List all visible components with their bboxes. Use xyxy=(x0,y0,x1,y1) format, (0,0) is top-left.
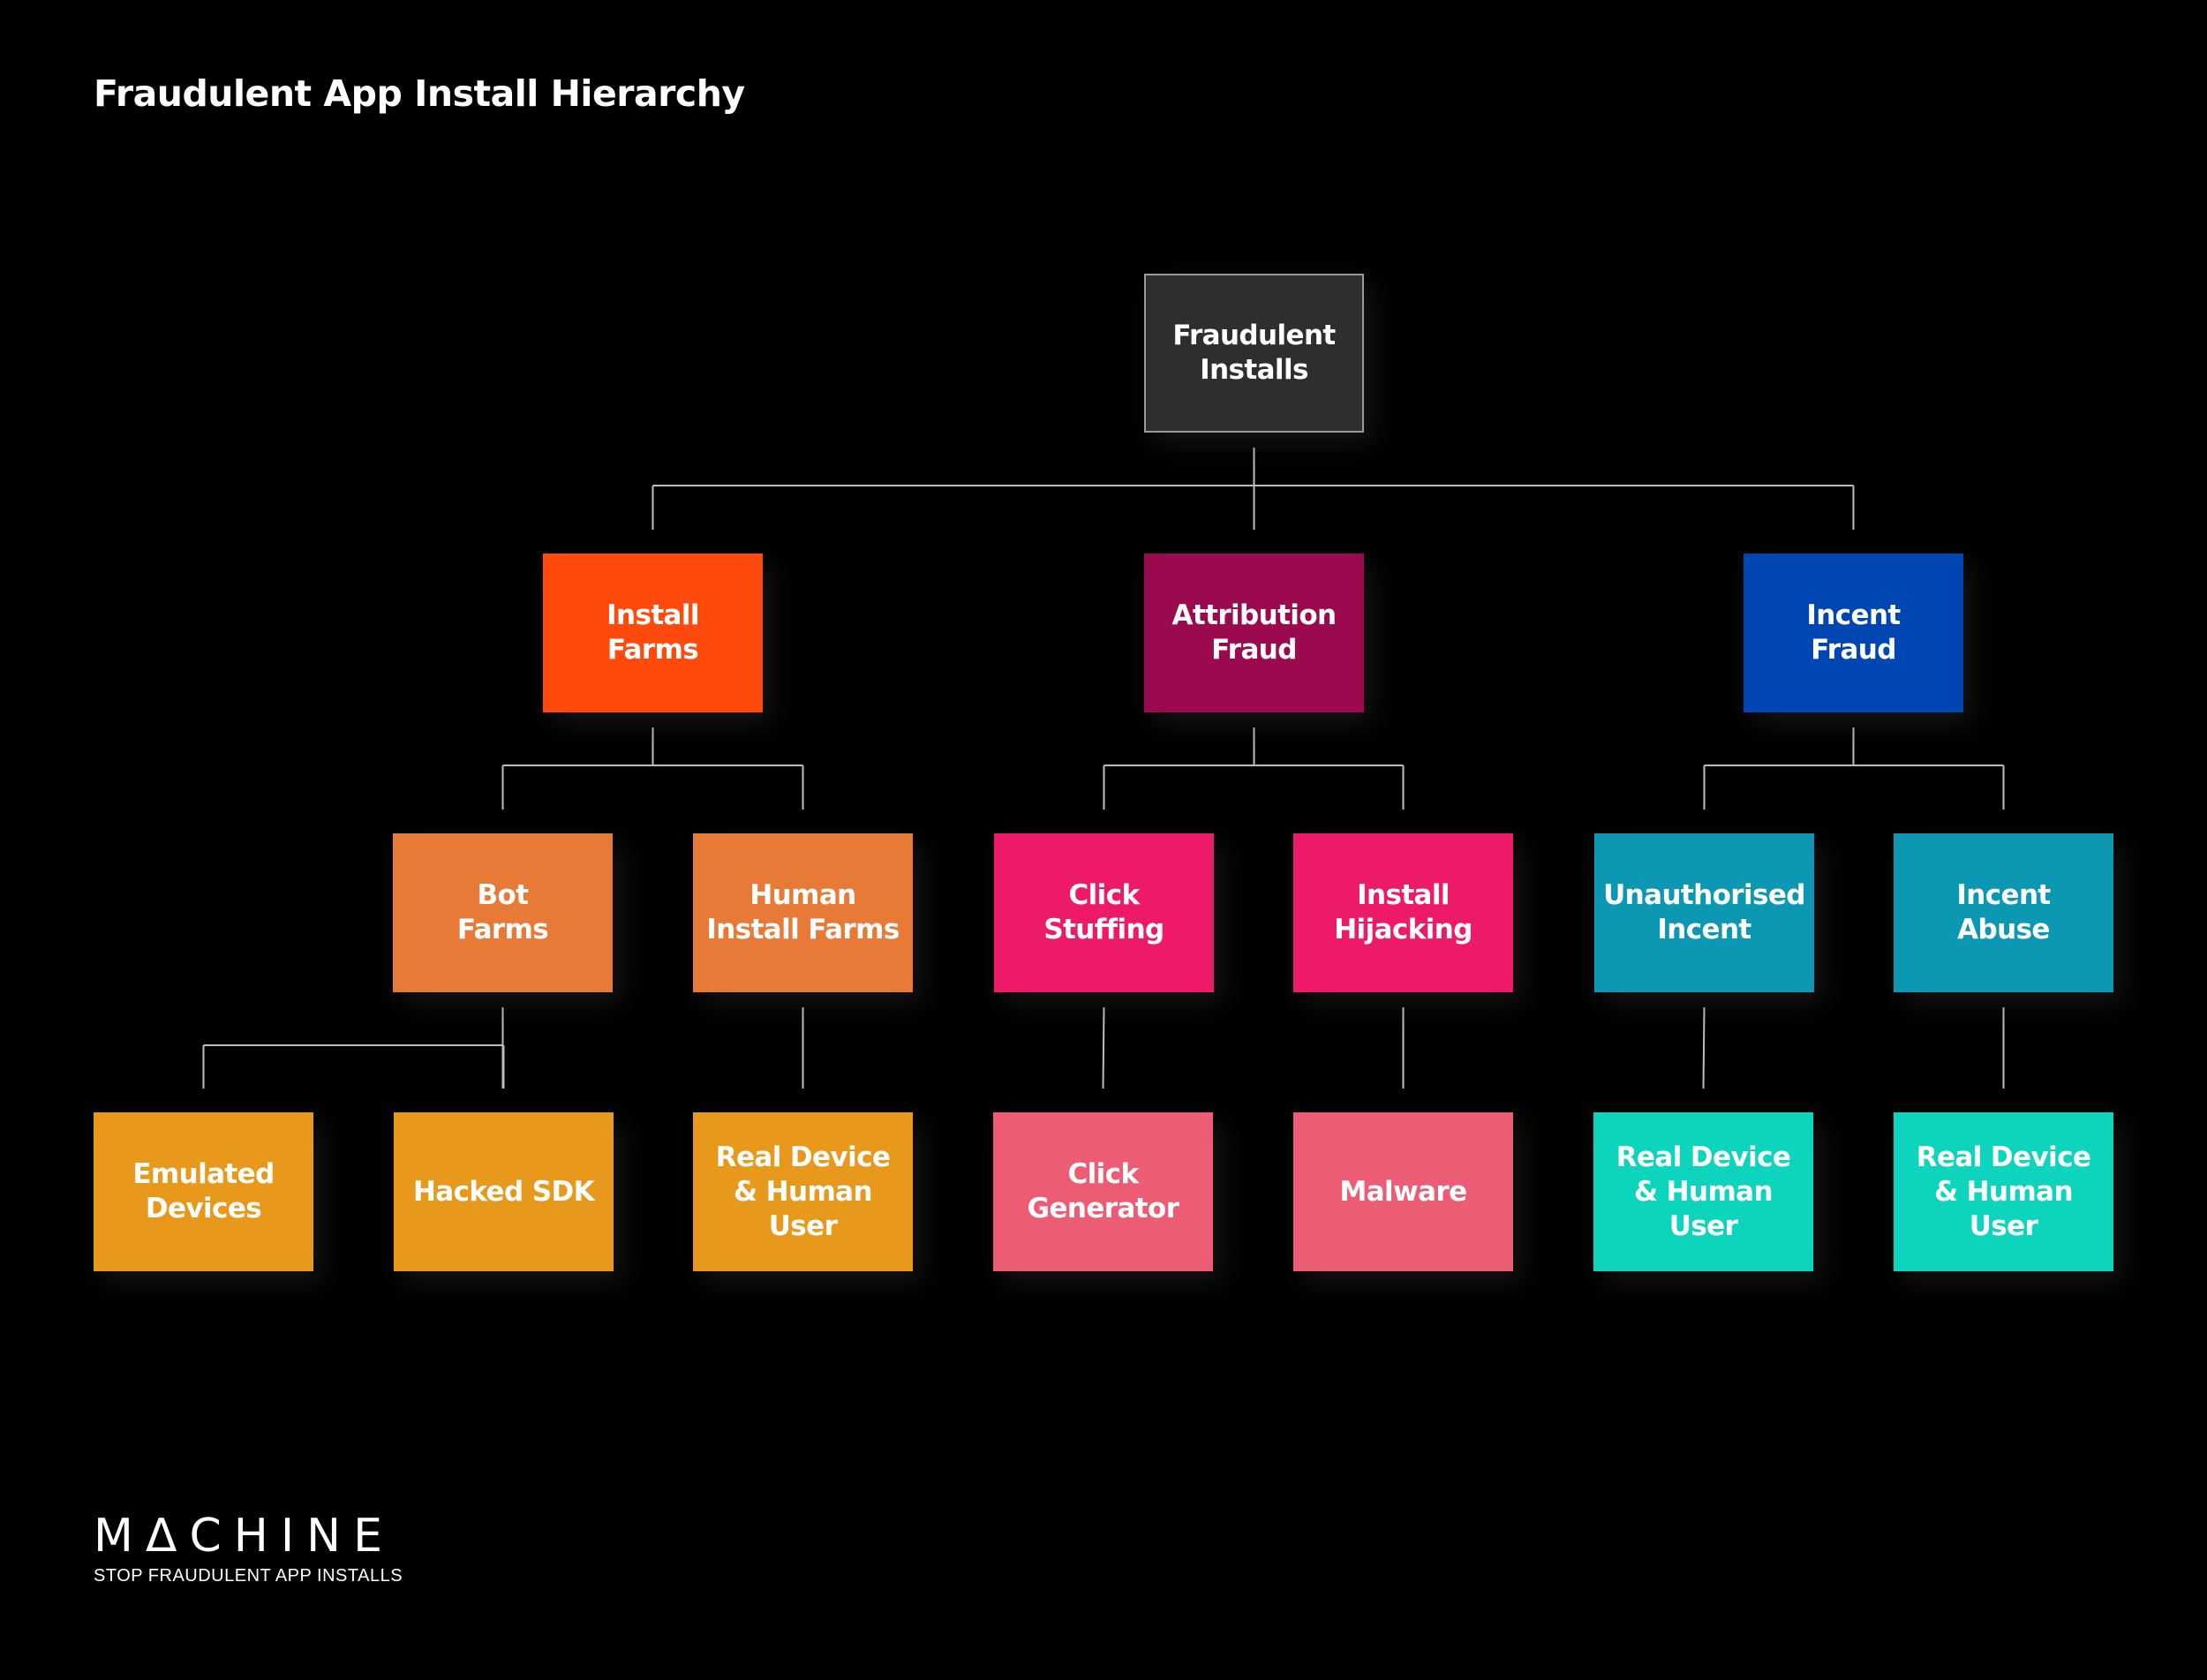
node-label: Attribution Fraud xyxy=(1171,599,1337,666)
node-unauthorised-incent[interactable]: Unauthorised Incent xyxy=(1594,833,1814,992)
node-label: Install Farms xyxy=(606,599,699,666)
node-incent-abuse[interactable]: Incent Abuse xyxy=(1894,833,2113,992)
node-label: Click Stuffing xyxy=(1043,879,1164,945)
node-install-farms[interactable]: Install Farms xyxy=(543,554,763,712)
node-label: Real Device & Human User xyxy=(1916,1141,2091,1242)
node-click-generator[interactable]: Click Generator xyxy=(993,1112,1213,1271)
node-click-stuffing[interactable]: Click Stuffing xyxy=(994,833,1214,992)
node-real-device-human-user-3[interactable]: Real Device & Human User xyxy=(1894,1112,2113,1271)
node-real-device-human-user-1[interactable]: Real Device & Human User xyxy=(693,1112,913,1271)
node-label: Unauthorised Incent xyxy=(1603,879,1805,945)
node-attribution-fraud[interactable]: Attribution Fraud xyxy=(1144,554,1364,712)
node-label: Bot Farms xyxy=(456,879,549,945)
node-emulated-devices[interactable]: Emulated Devices xyxy=(94,1112,313,1271)
node-label: Real Device & Human User xyxy=(715,1141,891,1242)
machine-logo: MΔCHINE STOP FRAUDULENT APP INSTALLS xyxy=(94,1511,403,1586)
node-human-install-farms[interactable]: Human Install Farms xyxy=(693,833,913,992)
logo-tagline: STOP FRAUDULENT APP INSTALLS xyxy=(94,1566,403,1586)
node-malware[interactable]: Malware xyxy=(1293,1112,1513,1271)
node-label: Incent Fraud xyxy=(1806,599,1901,666)
node-label: Hacked SDK xyxy=(412,1175,595,1208)
node-real-device-human-user-2[interactable]: Real Device & Human User xyxy=(1593,1112,1813,1271)
node-label: Malware xyxy=(1339,1175,1467,1208)
logo-wordmark: MΔCHINE xyxy=(94,1510,395,1563)
node-label: Real Device & Human User xyxy=(1616,1141,1791,1242)
node-incent-fraud[interactable]: Incent Fraud xyxy=(1744,554,1963,712)
node-label: Emulated Devices xyxy=(132,1158,275,1224)
connector-unauthorised-incent xyxy=(1702,1006,1706,1089)
node-bot-farms[interactable]: Bot Farms xyxy=(393,833,613,992)
node-label: Click Generator xyxy=(1027,1158,1179,1224)
node-label: Fraudulent Installs xyxy=(1172,320,1336,386)
node-label: Install Hijacking xyxy=(1334,879,1473,945)
node-label: Incent Abuse xyxy=(1956,879,2051,945)
node-root[interactable]: Fraudulent Installs xyxy=(1144,274,1364,433)
node-label: Human Install Farms xyxy=(706,879,900,945)
node-hacked-sdk[interactable]: Hacked SDK xyxy=(394,1112,614,1271)
node-install-hijacking[interactable]: Install Hijacking xyxy=(1293,833,1513,992)
